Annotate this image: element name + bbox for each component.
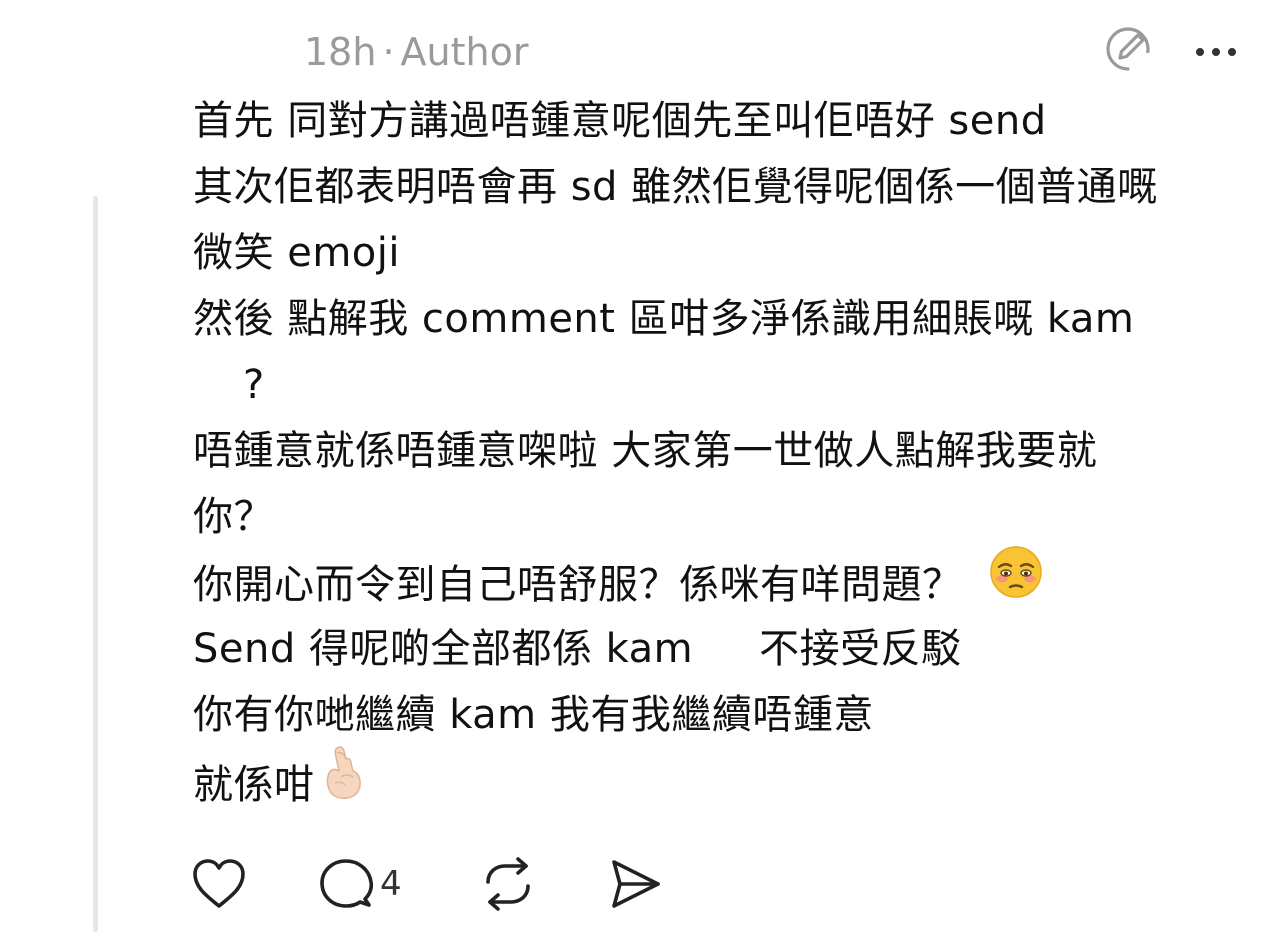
post-line: Send 得呢啲全部都係 kam 不接受反駁	[193, 626, 962, 672]
post-line: 其次佢都表明唔會再 sd 雖然佢覺得呢個係一個普通嘅	[193, 164, 1158, 210]
edit-button[interactable]	[1104, 24, 1154, 74]
post-line: 然後 點解我 comment 區咁多淨係識用細賬嘅 kam	[193, 296, 1135, 342]
post-line-text: 你開心而令到自己唔舒服？係咪有咩問題？	[193, 562, 963, 608]
post-timestamp: 18h	[304, 30, 377, 74]
post-line: 唔鍾意就係唔鍾意㗎啦 大家第一世做人點解我要就	[193, 428, 1098, 474]
author-tag: Author	[400, 30, 529, 74]
post-body: 首先 同對方講過唔鍾意呢個先至叫佢唔好 send 其次佢都表明唔會再 sd 雖然…	[193, 88, 1253, 814]
flushed-face-emoji-icon	[989, 545, 1043, 619]
reply-count: 4	[380, 864, 402, 904]
edit-pencil-icon	[1106, 27, 1150, 71]
post-line: 你？	[193, 494, 274, 540]
like-button[interactable]	[190, 854, 248, 914]
post-meta: 18h · Author	[304, 28, 528, 76]
heart-icon	[193, 859, 245, 908]
meta-separator: ·	[382, 30, 395, 74]
post-line: 微笑 emoji	[193, 230, 400, 276]
thread-line	[93, 196, 98, 932]
post-line-with-emoji: 你開心而令到自己唔舒服？係咪有咩問題？	[193, 546, 1253, 616]
repost-button[interactable]	[480, 854, 536, 914]
post-line-text: 就係咁	[193, 762, 315, 808]
repost-icon	[486, 857, 530, 911]
more-options-button[interactable]	[1192, 30, 1240, 74]
share-button[interactable]	[608, 854, 664, 914]
post-line-with-emoji: 就係咁	[193, 746, 1253, 814]
post-line: 你有你哋繼續 kam 我有我繼續唔鍾意	[193, 692, 874, 738]
reply-button[interactable]: 4	[318, 854, 402, 914]
send-icon	[612, 860, 660, 908]
more-dots-icon	[1196, 48, 1236, 56]
post-line: ?	[243, 362, 265, 408]
post-actions: 4	[190, 854, 710, 914]
crossed-fingers-emoji-icon	[315, 743, 369, 821]
comment-bubble-icon	[320, 859, 374, 908]
post-line: 首先 同對方講過唔鍾意呢個先至叫佢唔好 send	[193, 98, 1047, 144]
